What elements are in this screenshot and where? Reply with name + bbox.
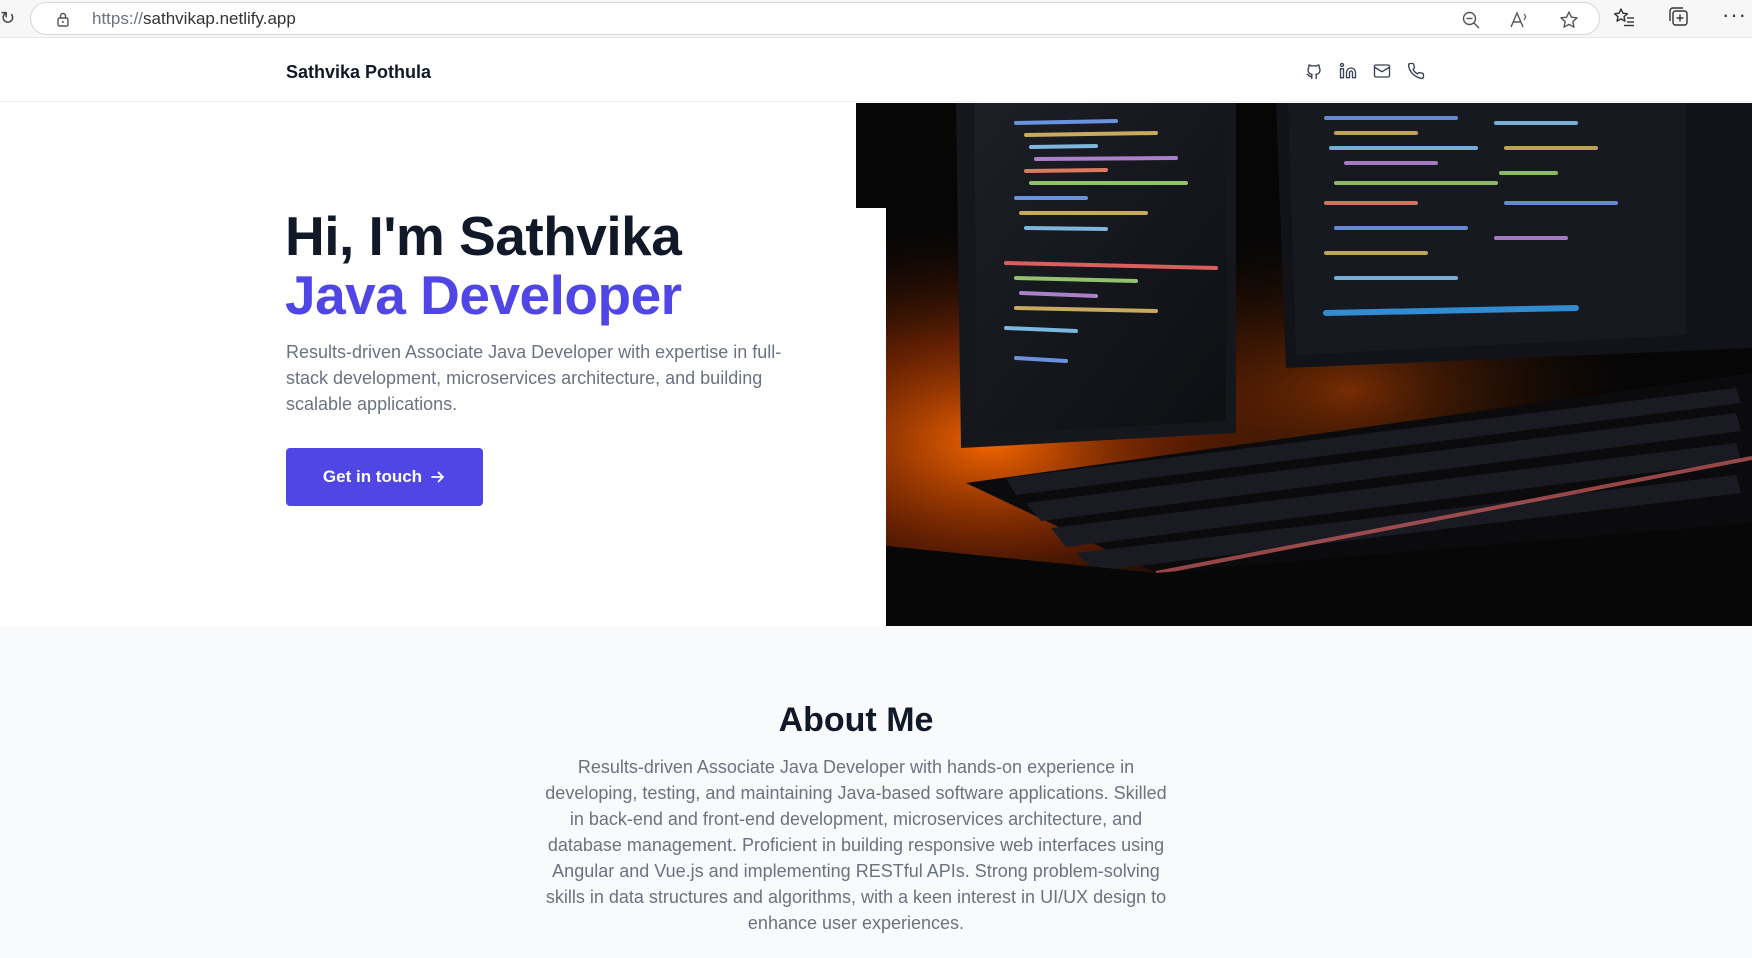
workstation-photo (856, 103, 1752, 626)
address-bar[interactable]: https://sathvikap.netlify.app (30, 2, 1600, 35)
get-in-touch-label: Get in touch (322, 467, 423, 486)
about-title: About Me (778, 701, 934, 739)
about-text: Results-driven Associate Java Developer … (545, 757, 1167, 933)
mail-icon[interactable] (1372, 61, 1392, 81)
read-aloud-icon[interactable] (1508, 8, 1532, 32)
about-section: About Me Results-driven Associate Java D… (0, 626, 1752, 958)
refresh-icon[interactable]: ↻ (0, 9, 15, 27)
hero-role: Java Developer (285, 264, 682, 326)
get-in-touch-button[interactable]: Get in touch (286, 448, 483, 506)
url-protocol: https:// (92, 9, 144, 28)
favorite-star-icon[interactable] (1557, 8, 1581, 32)
hero-description: Results-driven Associate Java Developer … (286, 342, 782, 414)
lock-icon[interactable] (55, 11, 71, 27)
phone-icon[interactable] (1406, 61, 1426, 81)
brand-name[interactable]: Sathvika Pothula (286, 62, 431, 83)
hero-greeting: Hi, I'm Sathvika (285, 205, 682, 267)
url-text[interactable]: https://sathvikap.netlify.app (92, 9, 296, 29)
favorites-list-icon[interactable] (1612, 5, 1636, 29)
more-icon[interactable]: ··· (1722, 4, 1746, 29)
browser-toolbar: ↻ https://sathvikap.netlify.app ··· (0, 0, 1752, 38)
linkedin-icon[interactable] (1338, 61, 1358, 81)
collections-icon[interactable] (1667, 5, 1691, 29)
hero-image (856, 103, 1752, 626)
arrow-right-icon (431, 471, 444, 483)
social-links (1304, 61, 1426, 81)
zoom-out-icon[interactable] (1459, 8, 1483, 32)
github-icon[interactable] (1304, 61, 1324, 81)
url-host: sathvikap.netlify.app (143, 9, 296, 28)
site-header: Sathvika Pothula (0, 38, 1752, 102)
